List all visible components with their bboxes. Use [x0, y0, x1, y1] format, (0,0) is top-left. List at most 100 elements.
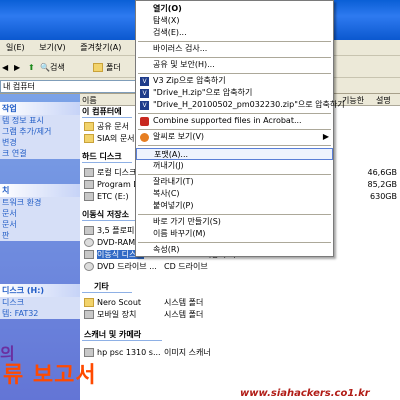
item-name: Nero Scout: [97, 298, 142, 307]
folder-icon: [84, 122, 94, 131]
group-divider: [82, 292, 132, 293]
panel-header[interactable]: 치: [0, 184, 80, 197]
menu-item-zip-dated[interactable]: V "Drive_H_20100502_pm032230.zip"으로 압축하기: [136, 99, 345, 111]
search-button[interactable]: 🔍검색: [40, 60, 65, 75]
dvd-icon: [84, 238, 94, 247]
menu-item-open[interactable]: 열기(O): [136, 3, 333, 15]
menu-item-cut[interactable]: 잘라내기(T): [136, 176, 333, 188]
place-link[interactable]: 문서: [0, 208, 80, 219]
group-divider: [82, 340, 162, 341]
group-divider: [82, 162, 132, 163]
menu-item-eject[interactable]: 꺼내기(J): [136, 160, 333, 172]
menu-item-alsee[interactable]: 알씨로 보기(V) ▶: [136, 131, 333, 143]
v3zip-icon: V: [140, 77, 149, 86]
column-name[interactable]: 이름: [82, 95, 97, 106]
detail-text: 템: FAT32: [2, 309, 39, 318]
item-name: ETC (E:): [97, 192, 129, 201]
menu-separator: [138, 129, 331, 130]
menu-item-create-shortcut[interactable]: 바로 가기 만들기(S): [136, 216, 333, 228]
menu-separator: [138, 214, 331, 215]
item-size: 85,2GB: [367, 180, 398, 189]
menu-item-properties[interactable]: 속성(R): [136, 244, 333, 256]
v3zip-icon: V: [140, 101, 149, 110]
task-link[interactable]: 그램 추가/제거: [0, 126, 80, 137]
menu-separator: [138, 73, 331, 74]
explorer-window: 일(E) 보기(V) 즐겨찾기(A) 도구 ◀ ▶ ⬆ 🔍검색 폴더 내 컴퓨터…: [0, 0, 400, 400]
back-icon[interactable]: ◀: [2, 60, 8, 75]
nero-icon: [84, 298, 94, 307]
folders-label: 폴더: [106, 63, 121, 72]
folders-button[interactable]: 폴더: [93, 60, 121, 75]
up-folder-icon[interactable]: ⬆: [28, 60, 35, 75]
menu-separator: [138, 41, 331, 42]
item-name: 로컬 디스크: [97, 168, 137, 177]
group-other: 기타: [94, 282, 109, 291]
menu-item-copy[interactable]: 복사(C): [136, 188, 333, 200]
mobile-device-icon: [84, 310, 94, 319]
menu-item-sharing[interactable]: 공유 및 보안(H)...: [136, 59, 333, 71]
list-item[interactable]: 공유 문서: [84, 121, 129, 133]
system-tasks-panel: 작업 템 정보 표시 그램 추가/제거 변경 크 연결: [0, 102, 80, 159]
menu-item-label: "Drive_H_20100502_pm032230.zip"으로 압축하기: [153, 100, 345, 109]
search-icon: 🔍: [40, 63, 50, 72]
menu-item-zip-drive[interactable]: V "Drive_H.zip"으로 압축하기: [136, 87, 333, 99]
task-link[interactable]: 템 정보 표시: [0, 115, 80, 126]
group-stored: 이 컴퓨터에: [82, 107, 122, 116]
group-scanners: 스캐너 및 카메라: [84, 330, 142, 339]
item-name: DVD 드라이브 ...: [97, 262, 157, 271]
place-link[interactable]: 판: [0, 230, 80, 241]
folder-icon: [84, 134, 94, 143]
menu-separator: [138, 174, 331, 175]
group-divider: [82, 117, 132, 118]
item-name: 공유 문서: [97, 122, 129, 131]
usb-drive-icon: [84, 250, 94, 259]
item-type: 이미지 스캐너: [164, 348, 211, 357]
group-removable: 이동식 저장소: [82, 210, 129, 219]
menu-item-label: "Drive_H.zip"으로 압축하기: [153, 88, 253, 97]
item-type: 시스템 폴더: [164, 310, 204, 319]
panel-header[interactable]: 작업: [0, 102, 80, 115]
list-item[interactable]: DVD 드라이브 ... CD 드라이브: [84, 261, 284, 273]
menu-item-label: 알씨로 보기(V): [153, 132, 205, 141]
forward-icon[interactable]: ▶: [14, 60, 20, 75]
place-link[interactable]: 문서: [0, 219, 80, 230]
menu-item-acrobat-combine[interactable]: Combine supported files in Acrobat...: [136, 115, 333, 127]
list-item[interactable]: 3,5 플로피 (: [84, 225, 140, 237]
column-size[interactable]: 기능한: [342, 95, 364, 106]
menu-favorites[interactable]: 즐겨찾기(A): [74, 40, 127, 56]
search-label: 검색: [49, 63, 65, 72]
menu-item-rename[interactable]: 이름 바꾸기(M): [136, 228, 333, 240]
list-item[interactable]: SIA의 문서: [84, 133, 135, 145]
scanner-icon: [84, 348, 94, 357]
v3zip-icon: V: [140, 89, 149, 98]
menu-item-v3zip[interactable]: V V3 Zip으로 압축하기: [136, 75, 333, 87]
item-name: 모바일 장치: [97, 310, 137, 319]
menu-item-explore[interactable]: 탐색(X): [136, 15, 333, 27]
menu-view[interactable]: 보기(V): [33, 40, 71, 56]
menu-item-format[interactable]: 포맷(A)...: [136, 148, 333, 160]
menu-item-search[interactable]: 검색(E)...: [136, 27, 333, 39]
hard-drive-icon: [84, 192, 94, 201]
alsee-icon: [140, 133, 149, 142]
task-link[interactable]: 변경: [0, 137, 80, 148]
task-link[interactable]: 크 연결: [0, 148, 80, 159]
menu-item-paste[interactable]: 붙여넣기(P): [136, 200, 333, 212]
list-item[interactable]: Nero Scout 시스템 폴더: [84, 297, 284, 309]
list-item[interactable]: hp psc 1310 s... 이미지 스캐너: [84, 347, 284, 359]
hard-drive-icon: [84, 180, 94, 189]
other-places-panel: 치 트워크 환경 문서 문서 판: [0, 184, 80, 241]
item-size: 46,6GB: [367, 168, 398, 177]
panel-header[interactable]: 디스크 (H:): [0, 284, 80, 297]
item-type: CD 드라이브: [164, 262, 208, 271]
list-item[interactable]: 모바일 장치 시스템 폴더: [84, 309, 284, 321]
menu-item-label: Combine supported files in Acrobat...: [153, 116, 302, 125]
item-size: 630GB: [370, 192, 397, 201]
menu-separator: [138, 145, 331, 146]
column-free[interactable]: 설명: [376, 95, 391, 106]
menu-item-virus-scan[interactable]: 바이러스 검사...: [136, 43, 333, 55]
place-link[interactable]: 트워크 환경: [0, 197, 80, 208]
menu-edit[interactable]: 일(E): [0, 40, 31, 56]
watermark-title: 류 보고서: [3, 363, 97, 388]
item-name: hp psc 1310 s...: [97, 348, 161, 357]
menu-separator: [138, 242, 331, 243]
